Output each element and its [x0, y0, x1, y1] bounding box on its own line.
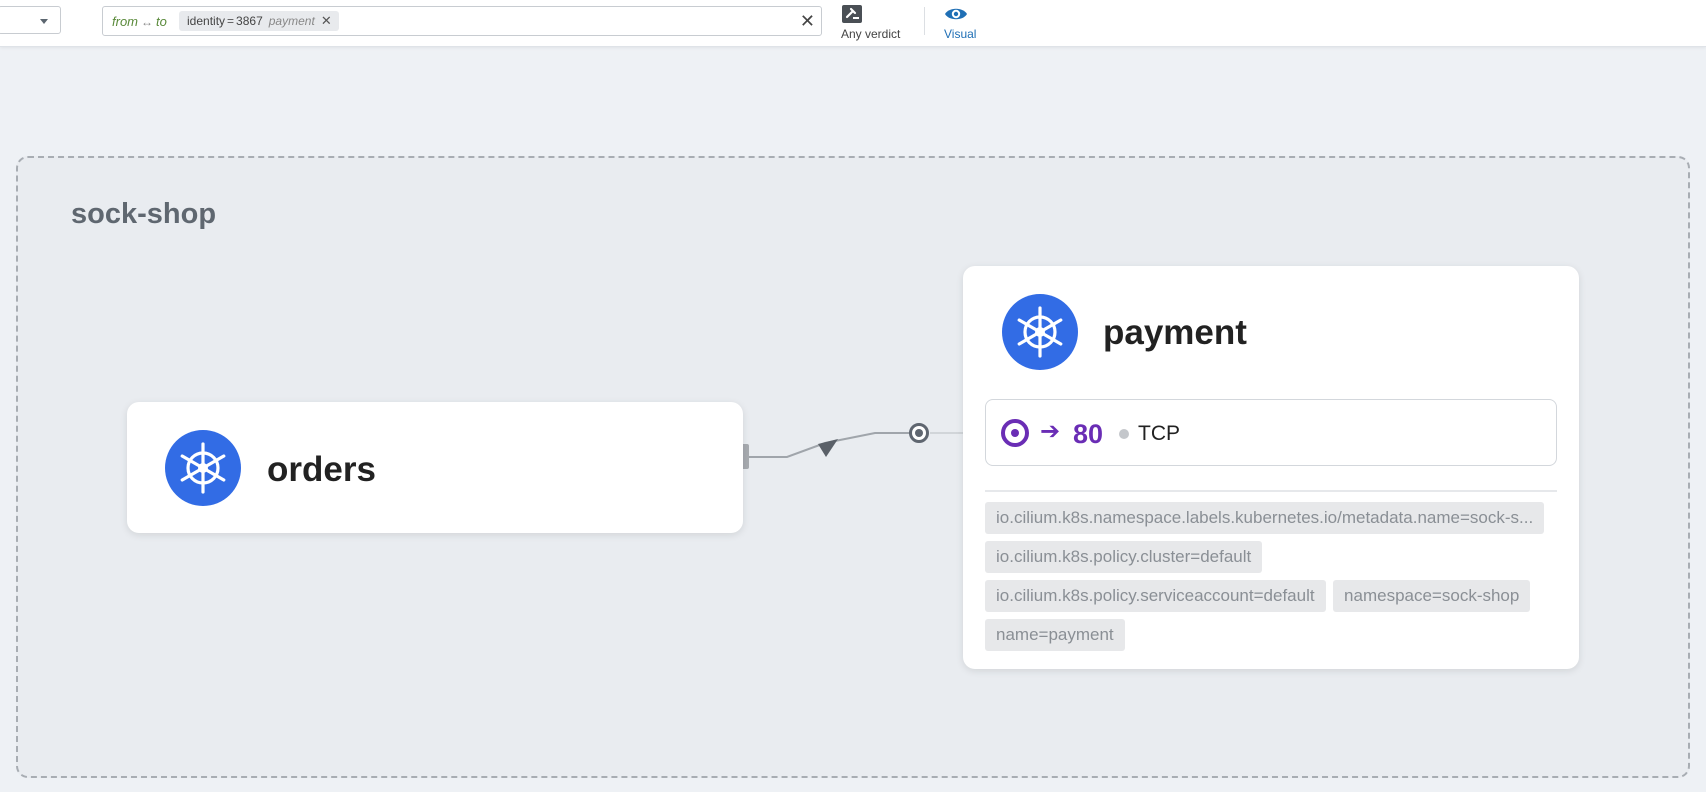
kubernetes-icon [1002, 294, 1078, 370]
port-number: 80 [1073, 419, 1104, 449]
arrow-head-icon [818, 439, 838, 457]
label-pill: namespace=sock-shop [1333, 580, 1531, 612]
separator-dot [1119, 429, 1129, 439]
endpoint-target-icon [1001, 419, 1029, 447]
label-pill: io.cilium.k8s.policy.serviceaccount=defa… [985, 580, 1326, 612]
labels-list: io.cilium.k8s.namespace.labels.kubernete… [985, 502, 1565, 658]
service-name: orders [267, 450, 376, 489]
label-pill: name=payment [985, 619, 1125, 651]
service-name: payment [1103, 313, 1247, 352]
port-row[interactable]: ➔ 80 TCP [985, 399, 1557, 466]
payment-service-card[interactable]: payment ➔ 80 TCP io.cilium.k8s.namespace… [963, 266, 1579, 669]
label-pill: io.cilium.k8s.policy.cluster=default [985, 541, 1263, 573]
orders-service-card[interactable]: orders [127, 402, 743, 533]
label-pill: io.cilium.k8s.namespace.labels.kubernete… [985, 502, 1545, 534]
port-protocol: TCP [1138, 422, 1180, 445]
kubernetes-icon [165, 430, 241, 506]
card-divider [985, 490, 1557, 492]
arrow-right-icon: ➔ [1040, 418, 1061, 445]
